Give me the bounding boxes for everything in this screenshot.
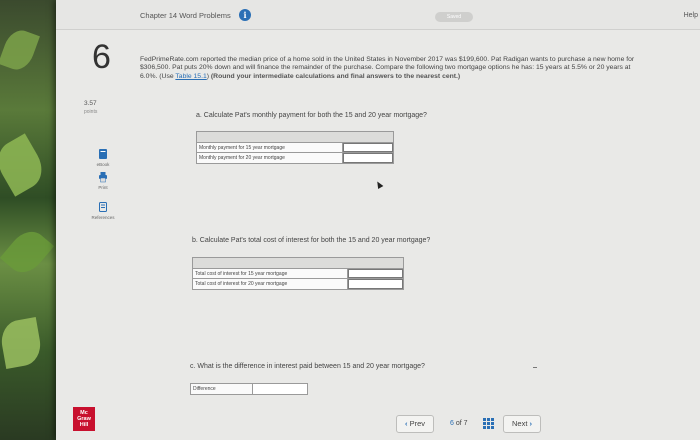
points-block: 3.57 points [84, 100, 97, 116]
part-b-question: b. Calculate Pat's total cost of interes… [192, 237, 431, 244]
page-indicator: 6 of 7 [450, 420, 468, 427]
page-of: of [455, 420, 462, 427]
next-button[interactable]: Next › [503, 415, 542, 433]
table-header [197, 132, 393, 143]
ebook-icon [99, 149, 107, 159]
ebook-button[interactable]: eBook [88, 148, 118, 167]
mcgraw-hill-logo: Mc Graw Hill [73, 407, 95, 431]
references-icon [99, 202, 107, 212]
prev-button[interactable]: ‹ Prev [396, 415, 435, 433]
part-c-table: Difference [190, 383, 308, 395]
rounding-instruction: (Round your intermediate calculations an… [210, 72, 461, 80]
divider-dash [533, 367, 537, 368]
leaf-decoration [0, 133, 50, 197]
table-row: Total cost of interest for 20 year mortg… [193, 279, 403, 289]
next-label: Next [512, 419, 528, 428]
monthly-payment-20-input[interactable] [343, 153, 393, 163]
part-b-table: Total cost of interest for 15 year mortg… [192, 257, 404, 290]
ebook-label: eBook [96, 162, 110, 167]
print-button[interactable]: Print [88, 171, 118, 190]
leaf-decoration [0, 26, 40, 74]
chevron-right-icon: › [529, 419, 533, 428]
question-prompt: FedPrimeRate.com reported the median pri… [140, 56, 640, 81]
logo-line: Hill [79, 422, 89, 428]
question-number: 6 [92, 38, 111, 76]
saved-status-badge: Saved [435, 12, 473, 22]
difference-input[interactable] [253, 384, 307, 394]
leaf-decoration [0, 317, 44, 369]
row-label: Difference [191, 384, 253, 394]
row-label: Monthly payment for 15 year mortgage [197, 143, 343, 152]
breadcrumb: Chapter 14 Word Problems [140, 11, 231, 20]
part-a-question: a. Calculate Pat's monthly payment for b… [196, 112, 427, 119]
monthly-payment-15-input[interactable] [343, 143, 393, 152]
row-label: Total cost of interest for 20 year mortg… [193, 279, 348, 289]
chevron-left-icon: ‹ [405, 419, 408, 428]
references-label: References [91, 215, 115, 220]
row-label: Total cost of interest for 15 year mortg… [193, 269, 348, 278]
table-row: Monthly payment for 15 year mortgage [197, 143, 393, 153]
table-header [193, 258, 403, 269]
table-row: Monthly payment for 20 year mortgage [197, 153, 393, 163]
table-row: Total cost of interest for 15 year mortg… [193, 269, 403, 279]
points-label: points [84, 109, 98, 115]
page-total: 7 [463, 420, 468, 427]
interest-cost-15-input[interactable] [348, 269, 403, 278]
part-c-question: c. What is the difference in interest pa… [190, 363, 425, 370]
print-icon [99, 172, 107, 183]
interest-cost-20-input[interactable] [348, 279, 403, 289]
page-current: 6 [450, 420, 454, 427]
leaf-decoration [0, 224, 55, 280]
info-icon[interactable]: i [239, 9, 251, 21]
references-button[interactable]: References [88, 201, 118, 220]
help-link[interactable]: Help [684, 12, 698, 19]
prev-label: Prev [409, 419, 426, 428]
question-grid-icon[interactable] [483, 418, 494, 429]
table-link[interactable]: Table 15.1 [175, 73, 206, 80]
top-bar: Chapter 14 Word Problems i Saved Help [56, 0, 700, 30]
print-label: Print [98, 185, 108, 190]
background-foliage [0, 0, 60, 440]
points-value: 3.57 [84, 100, 97, 107]
part-a-table: Monthly payment for 15 year mortgage Mon… [196, 131, 394, 164]
row-label: Monthly payment for 20 year mortgage [197, 153, 343, 163]
